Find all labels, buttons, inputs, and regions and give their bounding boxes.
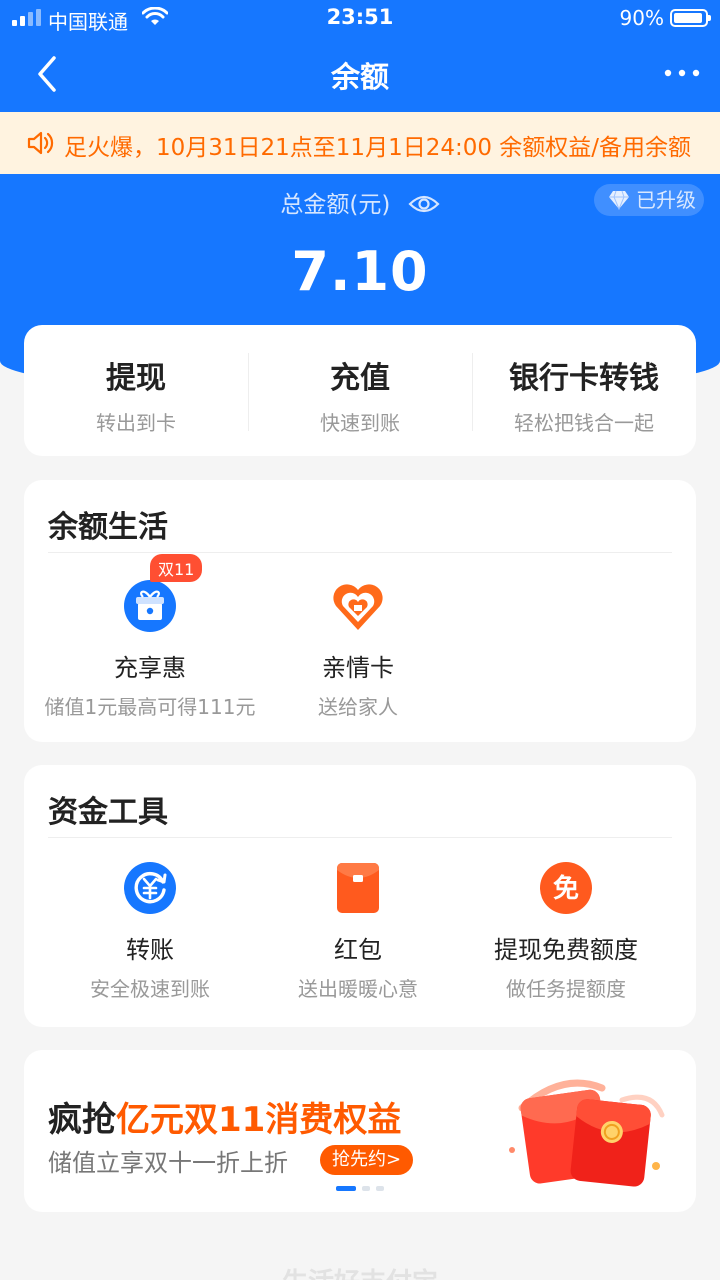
- speaker-icon: [27, 131, 54, 155]
- tile-desc: 做任务提额度: [506, 977, 626, 1001]
- tile-recharge-benefit[interactable]: 双11 充享惠 储值1元最高可得111元: [30, 554, 270, 720]
- free-icon: 免: [538, 860, 594, 916]
- action-subtitle: 轻松把钱合一起: [514, 411, 654, 435]
- more-dots-icon[interactable]: [662, 58, 702, 88]
- eye-icon[interactable]: [408, 193, 440, 215]
- upgrade-badge[interactable]: 已升级: [594, 184, 704, 216]
- banner-title-highlight: 亿元双11消费权益: [116, 1100, 402, 1140]
- action-title: 充值: [330, 361, 390, 396]
- gift-icon: 双11: [122, 554, 203, 634]
- page-title: 余额: [330, 60, 389, 94]
- battery-icon: [670, 9, 711, 27]
- red-envelope-icon: [330, 860, 386, 916]
- section-divider: [48, 552, 672, 553]
- tile-family-card[interactable]: 亲情卡 送给家人: [238, 578, 478, 720]
- banner-subtitle: 储值立享双十一折上折: [48, 1149, 288, 1177]
- upgrade-badge-label: 已升级: [636, 188, 696, 212]
- tile-desc: 储值1元最高可得111元: [44, 695, 256, 719]
- balance-amount: 7.10: [291, 240, 429, 303]
- notice-text: 足火爆，10月31日21点至11月1日24:00 余额权益/备用余额: [64, 135, 692, 161]
- tile-transfer[interactable]: 转账 安全极速到账: [30, 860, 270, 1002]
- reserve-button[interactable]: 抢先约>: [320, 1145, 414, 1175]
- transfer-yuan-icon: [122, 860, 178, 916]
- balance-life-section: 余额生活 双11 充享惠 储值1元最高可得111元 亲情卡 送给家人: [24, 480, 696, 742]
- tile-name: 转账: [126, 936, 174, 964]
- action-title: 提现: [106, 361, 166, 396]
- status-bar: 中国联通 23:51 90%: [0, 0, 720, 36]
- top-up-button[interactable]: 充值 快速到账: [248, 325, 472, 456]
- banner-title-prefix: 疯抢: [48, 1100, 116, 1140]
- section-title: 余额生活: [48, 510, 168, 545]
- tile-desc: 安全极速到账: [90, 977, 210, 1001]
- action-subtitle: 转出到卡: [96, 411, 176, 435]
- quick-actions-card: 提现 转出到卡 充值 快速到账 银行卡转钱 轻松把钱合一起: [24, 325, 696, 456]
- action-subtitle: 快速到账: [320, 411, 400, 435]
- banner-title: 疯抢亿元双11消费权益: [48, 1092, 401, 1141]
- footer-slogan: 生活好支付宝: [0, 1262, 720, 1280]
- svg-text:免: 免: [553, 873, 579, 904]
- red-envelope-illustration: [509, 1079, 665, 1187]
- diamond-icon: [609, 190, 629, 210]
- tile-red-envelope[interactable]: 红包 送出暖暖心意: [238, 860, 478, 1002]
- tile-name: 提现免费额度: [494, 936, 638, 964]
- withdraw-button[interactable]: 提现 转出到卡: [24, 325, 248, 456]
- total-amount-label: 总金额(元): [280, 192, 391, 218]
- tile-name: 红包: [334, 936, 382, 964]
- promo-banner[interactable]: 疯抢亿元双11消费权益 储值立享双十一折上折 抢先约>: [24, 1050, 696, 1212]
- double-11-badge: 双11: [150, 554, 203, 582]
- tile-desc: 送给家人: [318, 695, 398, 719]
- section-title: 资金工具: [48, 795, 168, 830]
- tile-free-withdraw-quota[interactable]: 免 提现免费额度 做任务提额度: [446, 860, 686, 1002]
- tile-name: 亲情卡: [322, 654, 394, 682]
- carousel-indicator: [336, 1186, 384, 1192]
- battery-percent: 90%: [619, 6, 664, 30]
- bank-card-transfer-button[interactable]: 银行卡转钱 轻松把钱合一起: [472, 325, 696, 456]
- fund-tools-section: 资金工具 转账 安全极速到账 红包 送出暖暖心意 免 提现免费额度 做任务提额度: [24, 765, 696, 1027]
- action-title: 银行卡转钱: [509, 361, 659, 396]
- section-divider: [48, 837, 672, 838]
- tile-name: 充享惠: [114, 654, 186, 682]
- notice-bar[interactable]: 足火爆，10月31日21点至11月1日24:00 余额权益/备用余额: [0, 112, 720, 174]
- nav-bar: 余额: [0, 36, 720, 112]
- clock: 23:51: [326, 5, 394, 29]
- heart-card-icon: [330, 578, 386, 634]
- tile-desc: 送出暖暖心意: [298, 977, 418, 1001]
